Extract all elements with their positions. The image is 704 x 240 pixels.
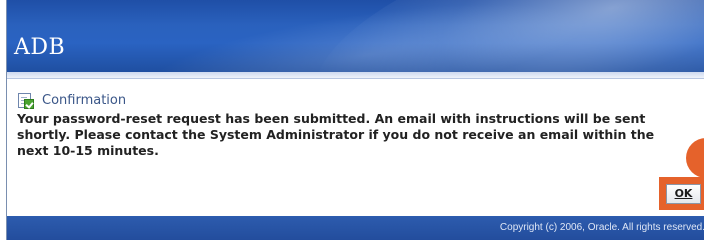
confirmation-heading: Confirmation [17, 91, 126, 109]
app-logo: ADB [14, 35, 66, 60]
confirmation-title: Confirmation [42, 92, 127, 108]
callout-marker [686, 138, 704, 178]
ok-button[interactable]: OK [666, 184, 701, 204]
copyright-text: Copyright (c) 2006, Oracle. All rights r… [499, 222, 704, 233]
header-banner: ADB [7, 0, 704, 72]
footer-bar: Copyright (c) 2006, Oracle. All rights r… [7, 216, 704, 240]
confirmation-icon [17, 92, 34, 109]
confirmation-message: Your password-reset request has been sub… [17, 111, 655, 158]
dialog-frame: ADB Confirmation Your password-reset req… [6, 0, 704, 240]
header-divider [7, 72, 704, 79]
